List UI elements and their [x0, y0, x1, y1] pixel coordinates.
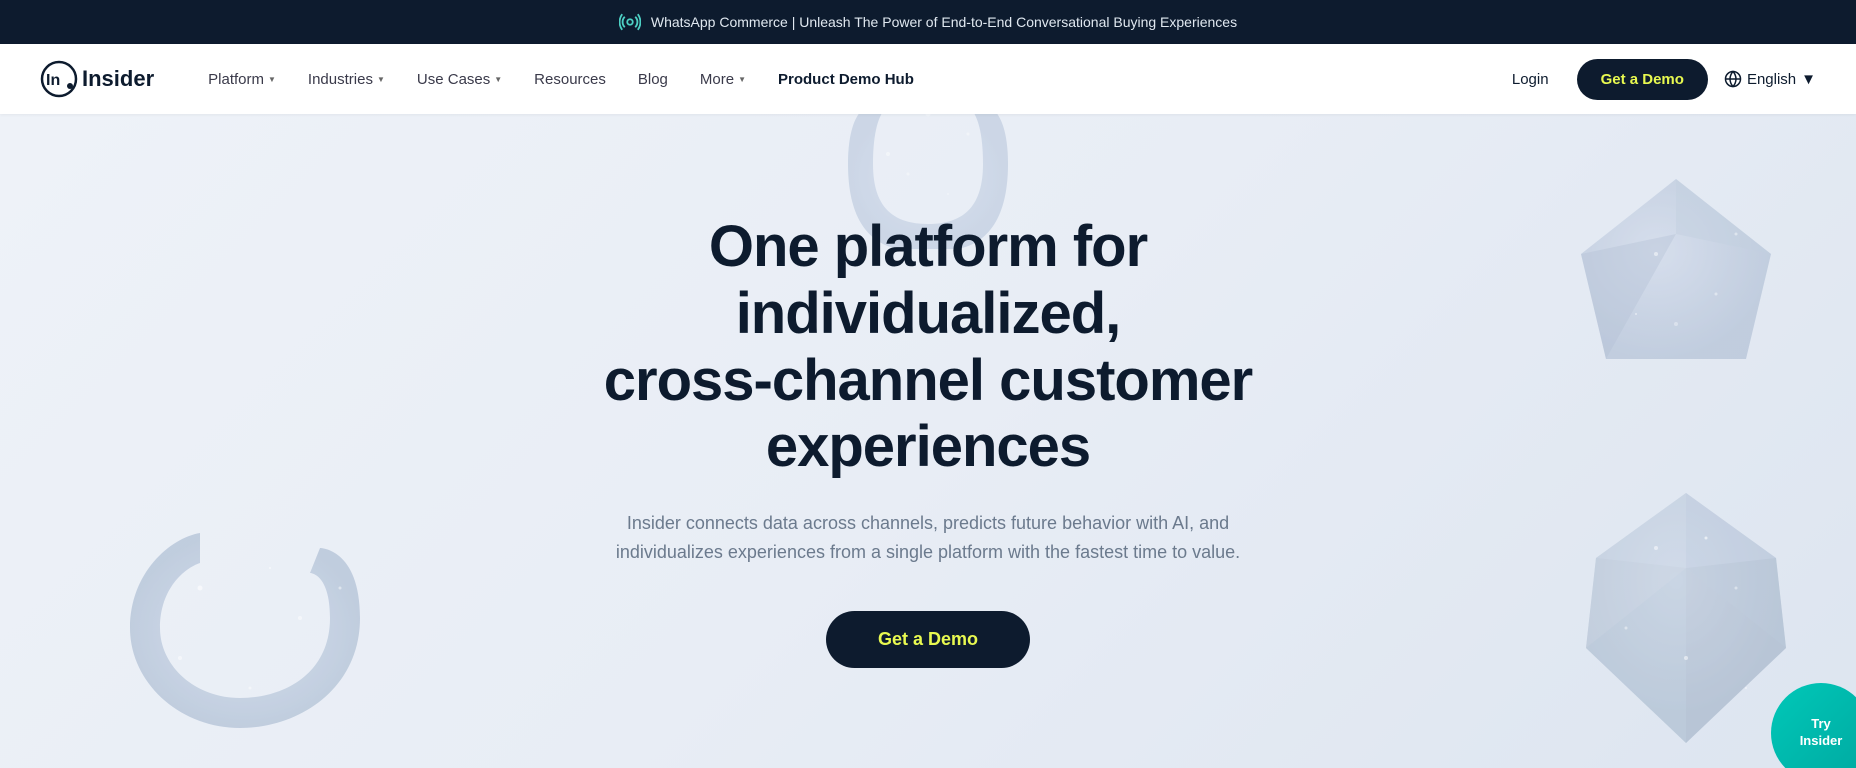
language-label: English	[1747, 71, 1796, 88]
logo-text: Insider	[82, 66, 154, 92]
nav-item-product-demo-hub[interactable]: Product Demo Hub	[764, 63, 928, 96]
nav-item-more[interactable]: More ▼	[686, 63, 760, 96]
nav-item-resources[interactable]: Resources	[520, 63, 620, 96]
hero-section: One platform for individualized, cross-c…	[0, 114, 1856, 768]
nav-links: Platform ▼ Industries ▼ Use Cases ▼ Reso…	[194, 63, 1500, 96]
nav-item-industries[interactable]: Industries ▼	[294, 63, 399, 96]
get-demo-button[interactable]: Get a Demo	[1577, 59, 1708, 100]
announcement-text: WhatsApp Commerce | Unleash The Power of…	[651, 14, 1237, 30]
shape-bottom-left	[100, 488, 380, 768]
hero-cta-button[interactable]: Get a Demo	[826, 611, 1030, 668]
chevron-down-icon: ▼	[494, 75, 502, 84]
globe-icon	[1724, 70, 1742, 88]
chevron-down-icon: ▼	[377, 75, 385, 84]
nav-item-blog[interactable]: Blog	[624, 63, 682, 96]
announcement-bar[interactable]: WhatsApp Commerce | Unleash The Power of…	[0, 0, 1856, 44]
svg-text:In: In	[46, 72, 60, 89]
logo[interactable]: In Insider	[40, 60, 154, 98]
hero-title: One platform for individualized, cross-c…	[548, 214, 1308, 481]
chevron-down-icon: ▼	[1801, 71, 1816, 88]
shape-bottom-right	[1576, 488, 1796, 748]
nav-item-platform[interactable]: Platform ▼	[194, 63, 290, 96]
nav-right: Login Get a Demo English ▼	[1500, 59, 1816, 100]
hero-content: One platform for individualized, cross-c…	[528, 174, 1328, 707]
navbar: In Insider Platform ▼ Industries ▼ Use C…	[0, 44, 1856, 114]
logo-icon: In	[40, 60, 78, 98]
hero-subtitle: Insider connects data across channels, p…	[598, 509, 1258, 567]
shape-top-right	[1576, 174, 1776, 374]
nav-item-use-cases[interactable]: Use Cases ▼	[403, 63, 516, 96]
chevron-down-icon: ▼	[268, 75, 276, 84]
language-selector[interactable]: English ▼	[1724, 70, 1816, 88]
signal-icon	[619, 11, 641, 33]
login-button[interactable]: Login	[1500, 63, 1561, 96]
chevron-down-icon: ▼	[738, 75, 746, 84]
